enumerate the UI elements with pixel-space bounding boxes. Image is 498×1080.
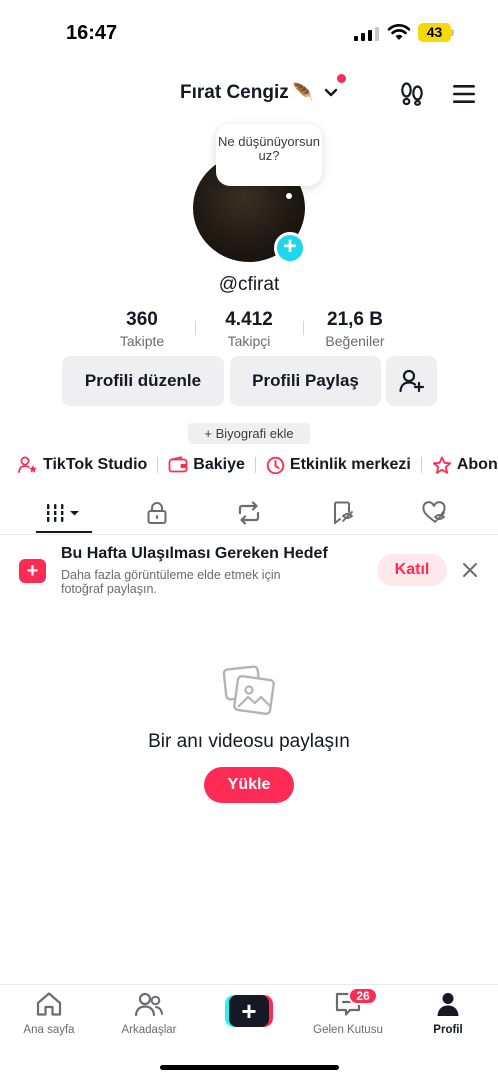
balance-label: Bakiye bbox=[193, 456, 245, 473]
nav-friends-label: Arkadaşlar bbox=[121, 1024, 177, 1036]
divider bbox=[420, 457, 422, 473]
balance-link[interactable]: Bakiye bbox=[168, 456, 245, 474]
home-icon bbox=[36, 992, 62, 1016]
edit-profile-button[interactable]: Profili düzenle bbox=[62, 356, 224, 406]
tiktok-studio-label: TikTok Studio bbox=[43, 456, 148, 473]
tab-liked[interactable] bbox=[404, 493, 464, 533]
subscription-label: Abonel bbox=[456, 456, 498, 473]
add-avatar-button[interactable]: + bbox=[274, 232, 306, 264]
person-star-icon bbox=[18, 456, 37, 473]
following-label: Takipte bbox=[119, 333, 165, 349]
followers-stat[interactable]: 4.412 Takipçi bbox=[194, 309, 304, 349]
active-tab-indicator bbox=[36, 531, 92, 533]
goal-description: Daha fazla görüntüleme elde etmek için f… bbox=[61, 568, 281, 596]
signal-icon bbox=[354, 27, 379, 41]
activity-center-label: Etkinlik merkezi bbox=[289, 456, 411, 473]
divider bbox=[157, 457, 159, 473]
empty-state-title: Bir anı videosu paylaşın bbox=[148, 731, 350, 752]
tab-private[interactable] bbox=[127, 493, 187, 533]
nav-home[interactable]: Ana sayfa bbox=[4, 991, 94, 1036]
nav-profile[interactable]: Profil bbox=[403, 991, 493, 1036]
photos-icon bbox=[222, 665, 275, 716]
home-indicator bbox=[160, 1065, 339, 1070]
star-badge-icon bbox=[432, 456, 451, 474]
quick-links: TikTok Studio Bakiye Etkinlik merkezi Ab… bbox=[18, 453, 498, 477]
battery-level: 43 bbox=[418, 23, 451, 42]
status-bar: 16:47 43 bbox=[0, 0, 498, 62]
clock-icon bbox=[266, 456, 285, 474]
tiktok-studio-link[interactable]: TikTok Studio bbox=[18, 456, 147, 474]
tab-videos[interactable] bbox=[34, 493, 94, 533]
username: @cfirat bbox=[218, 274, 280, 295]
bookmark-hidden-icon bbox=[334, 501, 354, 524]
share-profile-button[interactable]: Profili Paylaş bbox=[230, 356, 381, 406]
grid-filter-icon bbox=[45, 504, 79, 522]
create-button[interactable]: + bbox=[225, 995, 273, 1027]
nav-friends[interactable]: Arkadaşlar bbox=[104, 991, 194, 1036]
following-stat[interactable]: 360 Takipte bbox=[87, 309, 197, 349]
content-tabs bbox=[0, 493, 498, 535]
footprint-icon[interactable] bbox=[399, 82, 425, 106]
weekly-goal-banner: + Bu Hafta Ulaşılması Gereken Hedef Daha… bbox=[0, 536, 498, 608]
likes-label: Beğeniler bbox=[325, 333, 385, 349]
heart-hidden-icon bbox=[422, 501, 446, 523]
repost-icon bbox=[238, 501, 260, 525]
likes-stat[interactable]: 21,6 B Beğeniler bbox=[300, 309, 410, 349]
close-icon[interactable] bbox=[461, 561, 479, 579]
activity-center-link[interactable]: Etkinlik merkezi bbox=[266, 456, 411, 475]
followers-count: 4.412 bbox=[225, 309, 273, 330]
add-friend-button[interactable] bbox=[386, 356, 437, 406]
upload-button[interactable]: Yükle bbox=[204, 767, 294, 803]
tab-favorites[interactable] bbox=[312, 493, 372, 533]
lock-icon bbox=[147, 502, 167, 524]
nav-profile-label: Profil bbox=[433, 1024, 463, 1036]
goal-title: Bu Hafta Ulaşılması Gereken Hedef bbox=[61, 545, 328, 562]
thought-bubble-tail bbox=[286, 193, 292, 199]
divider bbox=[254, 457, 256, 473]
camera-plus-icon: + bbox=[19, 559, 46, 583]
profile-icon bbox=[437, 993, 459, 1016]
nav-home-label: Ana sayfa bbox=[23, 1024, 75, 1036]
status-time: 16:47 bbox=[66, 22, 118, 44]
thought-bubble[interactable]: Ne düşünüyorsun uz? bbox=[216, 124, 322, 186]
notification-dot bbox=[337, 74, 346, 83]
wallet-icon bbox=[168, 456, 188, 473]
subscription-link[interactable]: Abonel bbox=[432, 456, 498, 475]
feather-emoji: 🪶 bbox=[292, 83, 314, 102]
profile-header: Fırat Cengiz 🪶 bbox=[0, 72, 498, 116]
nav-inbox-label: Gelen Kutusu bbox=[313, 1024, 383, 1036]
tab-reposts[interactable] bbox=[219, 493, 279, 533]
battery-icon: 43 bbox=[418, 23, 454, 42]
join-button[interactable]: Katıl bbox=[377, 554, 447, 586]
likes-count: 21,6 B bbox=[327, 309, 383, 330]
inbox-badge: 26 bbox=[348, 987, 378, 1005]
account-switcher[interactable]: Fırat Cengiz 🪶 bbox=[180, 82, 338, 104]
add-bio-button[interactable]: + Biyografi ekle bbox=[188, 423, 310, 444]
menu-icon[interactable] bbox=[452, 84, 476, 104]
followers-label: Takipçi bbox=[227, 333, 271, 349]
add-user-icon bbox=[398, 369, 424, 393]
wifi-icon bbox=[387, 24, 411, 40]
friends-icon bbox=[134, 992, 163, 1017]
following-count: 360 bbox=[126, 309, 158, 330]
account-name: Fırat Cengiz bbox=[180, 82, 289, 103]
chevron-down-icon bbox=[324, 88, 338, 97]
profile-stats: 360 Takipte 4.412 Takipçi 21,6 B Beğenil… bbox=[0, 309, 498, 353]
plus-icon: + bbox=[229, 995, 269, 1027]
